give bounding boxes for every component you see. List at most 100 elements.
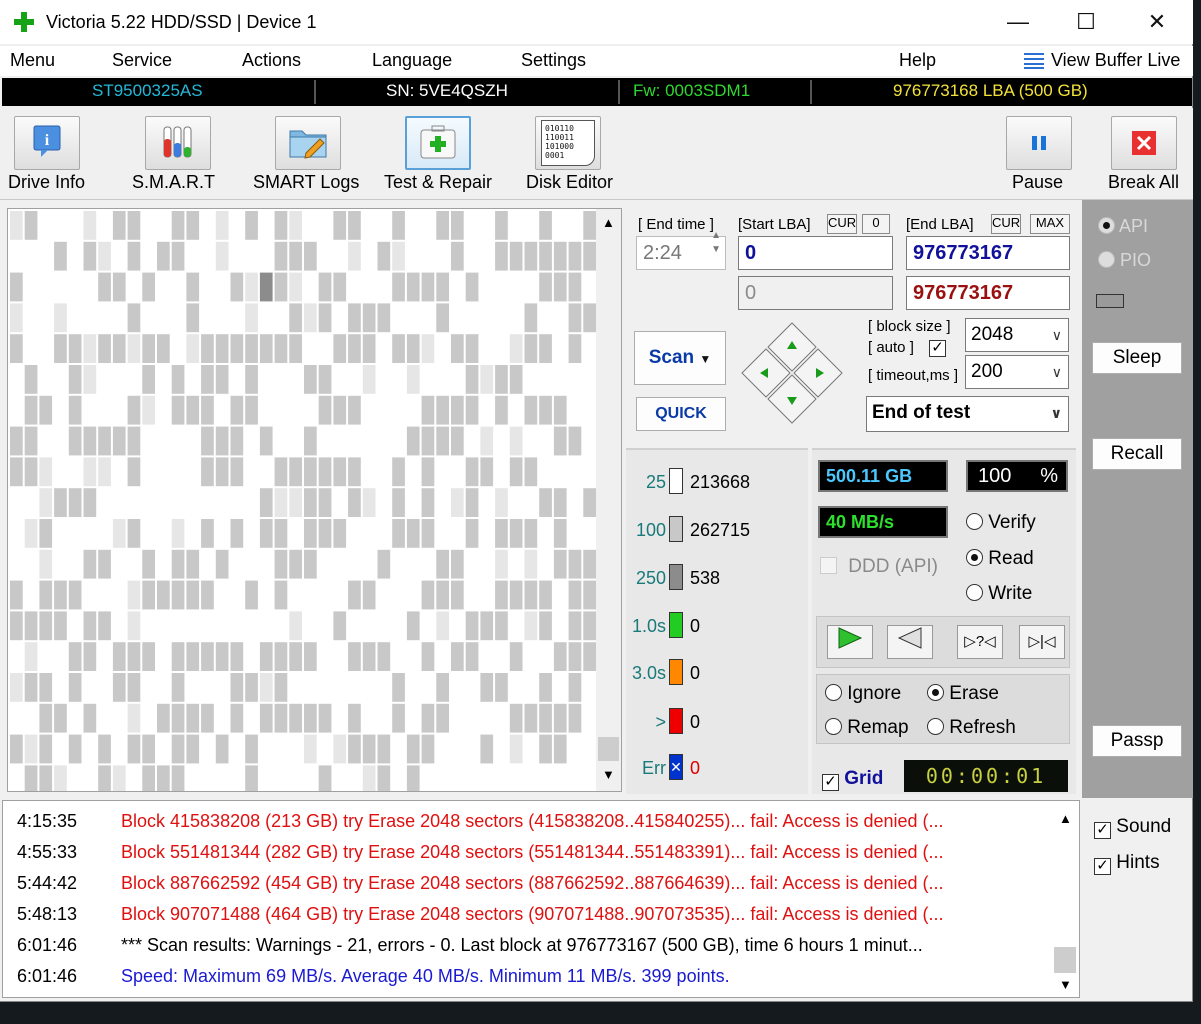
scan-block bbox=[539, 303, 552, 333]
scan-block bbox=[465, 703, 479, 733]
ignore-radio[interactable] bbox=[825, 684, 842, 701]
end-cur-button[interactable]: CUR bbox=[991, 214, 1021, 234]
sleep-button[interactable]: Sleep bbox=[1092, 342, 1182, 374]
event-log[interactable]: 4:15:35 Block 415838208 (213 GB) try Eras… bbox=[2, 800, 1080, 998]
scan-block bbox=[392, 488, 405, 517]
drive-info-button[interactable]: i bbox=[14, 116, 80, 170]
start-zero-button[interactable]: 0 bbox=[862, 214, 890, 234]
read-option[interactable]: Read bbox=[966, 548, 1034, 570]
scan-block bbox=[451, 734, 464, 764]
test-repair-button[interactable] bbox=[405, 116, 471, 170]
scan-block bbox=[157, 673, 170, 702]
step-button[interactable]: ▷?◁ bbox=[957, 625, 1003, 659]
erase-option[interactable]: Erase bbox=[927, 683, 999, 705]
transport-bar: ▷?◁ ▷|◁ bbox=[816, 616, 1070, 668]
scan-block bbox=[318, 549, 332, 579]
pio-label: PIO bbox=[1120, 250, 1152, 270]
scan-block bbox=[553, 334, 567, 363]
menu-item-help[interactable]: Help bbox=[899, 50, 936, 71]
menu-item-actions[interactable]: Actions bbox=[242, 50, 301, 71]
end-lba-input[interactable]: 976773167 bbox=[906, 236, 1070, 270]
scroll-down-icon[interactable]: ▼ bbox=[602, 767, 615, 782]
scan-block bbox=[127, 365, 141, 394]
menu-item-menu[interactable]: Menu bbox=[10, 50, 55, 71]
end-button[interactable]: ▷|◁ bbox=[1019, 625, 1065, 659]
menu-item-service[interactable]: Service bbox=[112, 50, 172, 71]
scan-block bbox=[406, 426, 420, 456]
write-radio[interactable] bbox=[966, 584, 983, 601]
break-all-button[interactable] bbox=[1111, 116, 1177, 170]
auto-checkbox[interactable]: ✓ bbox=[929, 340, 946, 357]
scan-block bbox=[289, 549, 302, 579]
refresh-radio[interactable] bbox=[927, 718, 944, 735]
scroll-up-icon[interactable]: ▲ bbox=[602, 215, 615, 230]
quick-button[interactable]: QUICK bbox=[636, 397, 726, 431]
scroll-down-icon[interactable]: ▼ bbox=[1059, 977, 1072, 992]
grid-checkbox[interactable]: ✓ bbox=[822, 774, 839, 791]
log-scrollbar[interactable]: ▲ ▼ bbox=[1053, 803, 1077, 995]
end-time-field[interactable]: 2:24 ▲ ▼ bbox=[636, 230, 726, 270]
play-button[interactable] bbox=[827, 625, 873, 659]
scan-block bbox=[274, 395, 288, 425]
start-cur-button[interactable]: CUR bbox=[827, 214, 857, 234]
scan-block bbox=[245, 611, 258, 641]
scan-block bbox=[377, 673, 391, 702]
refresh-option[interactable]: Refresh bbox=[927, 717, 1016, 739]
block-size-select[interactable]: 2048 ∨ bbox=[965, 318, 1069, 352]
end-icon: ▷|◁ bbox=[1028, 633, 1056, 650]
api-option[interactable]: API bbox=[1098, 216, 1148, 237]
menu-item-settings[interactable]: Settings bbox=[521, 50, 586, 71]
write-option[interactable]: Write bbox=[966, 583, 1032, 605]
passp-button[interactable]: Passp bbox=[1092, 725, 1182, 757]
ignore-option[interactable]: Ignore bbox=[825, 683, 901, 705]
menu-item-language[interactable]: Language bbox=[372, 50, 452, 71]
scan-block bbox=[142, 734, 155, 764]
minimize-button[interactable]: — bbox=[995, 6, 1041, 38]
close-button[interactable]: ✕ bbox=[1134, 6, 1180, 38]
erase-radio[interactable] bbox=[927, 684, 944, 701]
verify-radio[interactable] bbox=[966, 513, 983, 530]
scan-block bbox=[392, 334, 405, 363]
scan-block bbox=[465, 673, 479, 702]
pio-radio[interactable] bbox=[1098, 251, 1115, 268]
disk-editor-button[interactable]: 010110 110011 101000 0001 bbox=[535, 116, 601, 170]
scan-button[interactable]: Scan ▼ bbox=[634, 331, 726, 385]
smart-logs-button[interactable] bbox=[275, 116, 341, 170]
read-radio[interactable] bbox=[966, 549, 983, 566]
grid-option[interactable]: ✓ Grid bbox=[822, 768, 883, 791]
remap-radio[interactable] bbox=[825, 718, 842, 735]
sound-option[interactable]: ✓ Sound bbox=[1094, 816, 1171, 839]
scan-block bbox=[509, 673, 523, 702]
scroll-thumb[interactable] bbox=[1054, 947, 1076, 973]
recall-button[interactable]: Recall bbox=[1092, 438, 1182, 470]
scan-block bbox=[333, 703, 347, 733]
smart-button[interactable] bbox=[145, 116, 211, 170]
api-radio[interactable] bbox=[1098, 217, 1115, 234]
hints-option[interactable]: ✓ Hints bbox=[1094, 852, 1160, 875]
scan-map-scrollbar[interactable]: ▲ ▼ bbox=[596, 209, 621, 791]
scan-block bbox=[39, 272, 53, 302]
rewind-button[interactable] bbox=[887, 625, 933, 659]
maximize-button[interactable]: ☐ bbox=[1063, 6, 1109, 38]
start-lba-input[interactable]: 0 bbox=[738, 236, 893, 270]
end-max-button[interactable]: MAX bbox=[1030, 214, 1070, 234]
scan-block bbox=[215, 765, 229, 791]
pause-button[interactable] bbox=[1006, 116, 1072, 170]
pio-option[interactable]: PIO bbox=[1098, 250, 1151, 271]
view-buffer-live-button[interactable]: View Buffer Live bbox=[1051, 50, 1180, 71]
ddd-api-checkbox[interactable] bbox=[820, 557, 837, 574]
remap-option[interactable]: Remap bbox=[825, 717, 909, 739]
scan-block bbox=[259, 642, 273, 671]
timeout-select[interactable]: 200 ∨ bbox=[965, 355, 1069, 389]
scroll-up-icon[interactable]: ▲ bbox=[1059, 811, 1072, 826]
scroll-thumb[interactable] bbox=[598, 737, 619, 761]
scan-block bbox=[142, 211, 155, 240]
scan-block bbox=[289, 611, 302, 641]
hints-checkbox[interactable]: ✓ bbox=[1094, 858, 1111, 875]
end-of-test-select[interactable]: End of test ∨ bbox=[866, 396, 1069, 432]
scan-block bbox=[333, 334, 347, 363]
spin-arrows-icon[interactable]: ▲ ▼ bbox=[711, 229, 721, 257]
verify-option[interactable]: Verify bbox=[966, 512, 1036, 534]
break-all-label: Break All bbox=[1108, 172, 1180, 192]
sound-checkbox[interactable]: ✓ bbox=[1094, 822, 1111, 839]
